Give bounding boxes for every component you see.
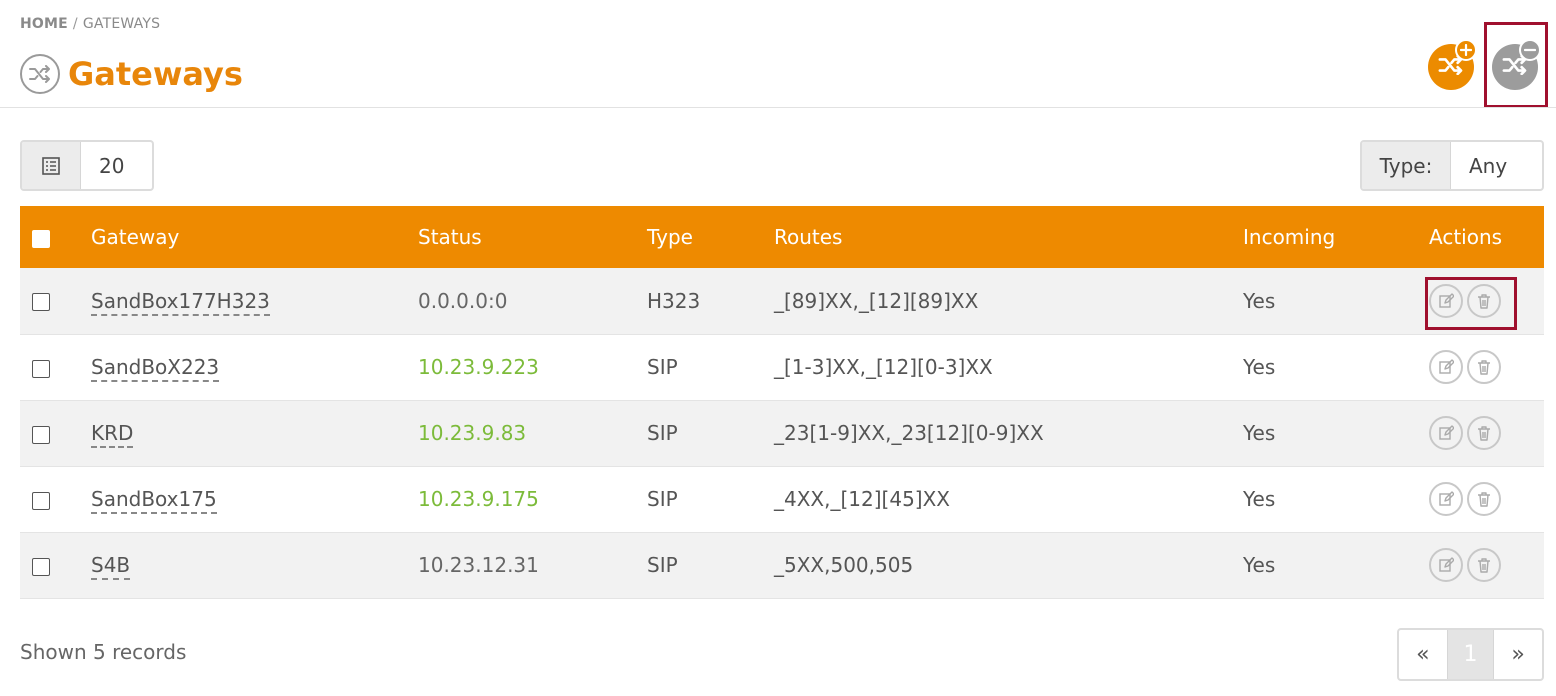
- edit-icon: [1438, 359, 1454, 375]
- table-header-row: Gateway Status Type Routes Incoming Acti…: [20, 206, 1544, 268]
- gateway-name-link[interactable]: SandBox177H323: [91, 288, 270, 316]
- gateway-type: SIP: [647, 421, 678, 445]
- column-header-status[interactable]: Status: [418, 206, 647, 268]
- edit-icon: [1438, 425, 1454, 441]
- records-count: Shown 5 records: [20, 640, 187, 664]
- trash-icon: [1476, 293, 1492, 309]
- type-filter-value[interactable]: Any: [1451, 142, 1542, 189]
- gateway-routes: _23[1-9]XX,_23[12][0-9]XX: [774, 421, 1044, 445]
- gateway-status: 10.23.9.175: [418, 487, 539, 511]
- delete-button[interactable]: [1467, 482, 1501, 516]
- pagination-prev[interactable]: «: [1399, 630, 1447, 679]
- gateways-table: Gateway Status Type Routes Incoming Acti…: [20, 206, 1544, 599]
- breadcrumb: HOME / GATEWAYS: [20, 16, 160, 32]
- header-divider: [0, 107, 1556, 108]
- plus-icon: [1455, 39, 1477, 61]
- pagination-next[interactable]: »: [1494, 630, 1542, 679]
- trash-icon: [1476, 359, 1492, 375]
- gateway-type: SIP: [647, 553, 678, 577]
- delete-button[interactable]: [1467, 416, 1501, 450]
- edit-button[interactable]: [1429, 350, 1463, 384]
- gateway-name-link[interactable]: S4B: [91, 553, 131, 580]
- edit-icon: [1438, 557, 1454, 573]
- delete-button[interactable]: [1467, 350, 1501, 384]
- row-checkbox[interactable]: [32, 491, 50, 510]
- gateway-name-link[interactable]: SandBox175: [91, 487, 217, 514]
- column-header-actions: Actions: [1429, 225, 1503, 249]
- gateway-routes: _4XX,_[12][45]XX: [774, 487, 950, 511]
- gateway-status: 10.23.12.31: [418, 553, 539, 577]
- gateway-incoming: Yes: [1243, 288, 1276, 313]
- edit-button[interactable]: [1429, 283, 1463, 318]
- gateway-status: 0.0.0.0:0: [418, 288, 508, 313]
- table-row: KRD 10.23.9.83 SIP _23[1-9]XX,_23[12][0-9]X…: [20, 400, 1544, 466]
- edit-button[interactable]: [1429, 482, 1463, 516]
- table-row: SandBox175 10.23.9.175 SIP _4XX,_[12][45]XX…: [20, 466, 1544, 532]
- shuffle-icon: [20, 54, 60, 94]
- gateway-incoming: Yes: [1243, 421, 1276, 445]
- type-filter[interactable]: Type: Any: [1360, 140, 1544, 191]
- remove-gateway-button[interactable]: [1492, 39, 1541, 90]
- list-icon: [22, 142, 81, 189]
- trash-icon: [1476, 557, 1492, 573]
- table-row: S4B 10.23.12.31 SIP _5XX,500,505 Yes: [20, 532, 1544, 598]
- trash-icon: [1476, 425, 1492, 441]
- gateway-incoming: Yes: [1243, 355, 1276, 379]
- table-row: SandBoX223 10.23.9.223 SIP _[1-3]XX,_[12][0…: [20, 334, 1544, 400]
- pagination: « 1 »: [1397, 628, 1544, 681]
- gateway-status: 10.23.9.223: [418, 355, 539, 379]
- breadcrumb-home[interactable]: HOME: [20, 16, 68, 32]
- pagination-page-1[interactable]: 1: [1446, 630, 1495, 679]
- gateway-status: 10.23.9.83: [418, 421, 527, 445]
- edit-icon: [1438, 293, 1454, 309]
- delete-button[interactable]: [1467, 283, 1501, 318]
- gateway-type: SIP: [647, 355, 678, 379]
- column-header-gateway[interactable]: Gateway: [91, 206, 418, 268]
- table-row: SandBox177H323 0.0.0.0:0 H323 _[89]XX,_[12]…: [20, 268, 1544, 334]
- row-checkbox[interactable]: [32, 359, 50, 378]
- type-filter-label: Type:: [1362, 142, 1451, 189]
- add-gateway-button[interactable]: [1428, 39, 1477, 90]
- row-checkbox[interactable]: [32, 293, 50, 312]
- gateway-name-link[interactable]: SandBoX223: [91, 355, 220, 382]
- breadcrumb-separator: /: [72, 16, 78, 32]
- page-size-value[interactable]: 20: [81, 142, 152, 189]
- gateway-routes: _[1-3]XX,_[12][0-3]XX: [774, 355, 993, 379]
- page-size-selector[interactable]: 20: [20, 140, 154, 191]
- trash-icon: [1476, 491, 1492, 507]
- page-header: Gateways: [20, 52, 243, 96]
- gateway-incoming: Yes: [1243, 487, 1276, 511]
- edit-icon: [1438, 491, 1454, 507]
- column-header-routes[interactable]: Routes: [774, 206, 1243, 268]
- column-header-incoming[interactable]: Incoming: [1243, 206, 1429, 268]
- edit-button[interactable]: [1429, 548, 1463, 582]
- gateway-routes: _[89]XX,_[12][89]XX: [774, 288, 979, 313]
- column-header-type[interactable]: Type: [647, 206, 774, 268]
- gateway-incoming: Yes: [1243, 553, 1276, 577]
- breadcrumb-current: GATEWAYS: [82, 16, 161, 32]
- edit-button[interactable]: [1429, 416, 1463, 450]
- page-title: Gateways: [68, 55, 243, 93]
- delete-button[interactable]: [1467, 548, 1501, 582]
- minus-icon: [1519, 39, 1541, 61]
- table-body: SandBox177H323 0.0.0.0:0 H323 _[89]XX,_[12]…: [20, 268, 1544, 598]
- row-checkbox[interactable]: [32, 557, 50, 576]
- row-checkbox[interactable]: [32, 425, 50, 444]
- gateway-routes: _5XX,500,505: [774, 553, 914, 577]
- gateway-type: H323: [647, 288, 701, 313]
- gateway-type: SIP: [647, 487, 678, 511]
- gateway-name-link[interactable]: KRD: [91, 421, 134, 448]
- select-all-checkbox[interactable]: [32, 229, 50, 248]
